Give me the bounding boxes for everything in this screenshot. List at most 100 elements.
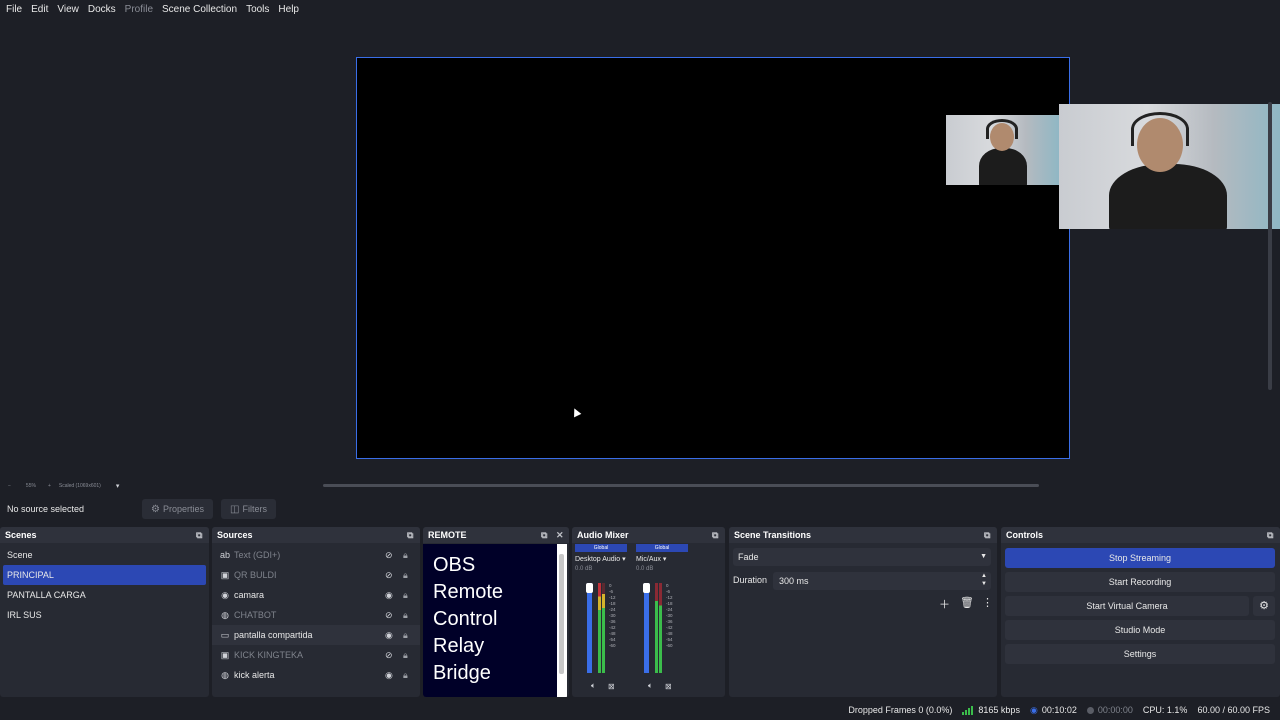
trash-icon[interactable]: 🗑︎ — [960, 596, 974, 609]
menu-docks[interactable]: Docks — [85, 4, 119, 15]
scrollbar-thumb[interactable] — [559, 554, 564, 674]
remote-scrollbar[interactable] — [557, 544, 567, 697]
stop-streaming-button[interactable]: Stop Streaming — [1005, 548, 1275, 568]
meter-ticks: 0 -6 -12 -18 -24 -30 -36 -42 -48 -54 -60 — [666, 583, 673, 649]
channel-name[interactable]: Mic/Aux ▾ — [636, 555, 688, 563]
slider-knob[interactable] — [643, 583, 650, 593]
filter-icon: ◫ — [230, 503, 240, 515]
lock-icon[interactable]: 🔒︎ — [403, 630, 408, 641]
monitor-icon[interactable]: ⊠ — [608, 682, 615, 691]
remote-browser-view[interactable]: OBS Remote Control Relay Bridge — [423, 544, 557, 697]
start-recording-button[interactable]: Start Recording — [1005, 572, 1275, 592]
lock-icon[interactable]: 🔒︎ — [403, 650, 408, 661]
source-item[interactable]: ab Text (GDI+) ⊘ 🔒︎ — [212, 545, 420, 565]
channel-volume-db: 0.0 dB — [575, 566, 593, 572]
source-name: pantalla compartida — [234, 630, 313, 640]
lock-icon[interactable]: 🔒︎ — [403, 590, 408, 601]
undock-icon[interactable]: ⧉ — [196, 530, 202, 541]
channel-name-text: Mic/Aux — [636, 556, 661, 563]
visibility-off-icon[interactable]: ⊘ — [385, 610, 393, 621]
cpu-usage: CPU: 1.1% — [1142, 705, 1188, 715]
add-transition-icon[interactable]: ＋ — [939, 596, 950, 612]
visibility-icon[interactable]: ◉ — [385, 590, 393, 601]
source-name: QR BULDI — [234, 570, 277, 580]
channel-name[interactable]: Desktop Audio ▾ — [575, 555, 627, 563]
scene-item-selected[interactable]: PRINCIPAL — [3, 565, 206, 585]
visibility-icon[interactable]: ◉ — [385, 670, 393, 681]
bitrate-status: 8165 kbps — [962, 705, 1020, 715]
transition-select[interactable]: Fade ▼ — [733, 548, 991, 566]
chevron-down-icon: ▼ — [980, 553, 987, 560]
remote-line: OBS — [433, 554, 476, 576]
menu-help[interactable]: Help — [275, 4, 302, 15]
source-item[interactable]: ◉ camara ◉ 🔒︎ — [212, 585, 420, 605]
slider-knob[interactable] — [586, 583, 593, 593]
scenes-dock: Scenes ⧉ Scene PRINCIPAL PANTALLA CARGA … — [0, 527, 209, 697]
zoom-out-button[interactable]: − — [8, 483, 11, 489]
volume-slider[interactable] — [586, 583, 593, 673]
source-item[interactable]: ▭ pantalla compartida ◉ 🔒︎ — [212, 625, 420, 645]
lock-icon[interactable]: 🔒︎ — [403, 610, 408, 621]
start-virtual-camera-button[interactable]: Start Virtual Camera — [1005, 596, 1249, 616]
visibility-off-icon[interactable]: ⊘ — [385, 570, 393, 581]
menu-file[interactable]: File — [3, 4, 25, 15]
source-item[interactable]: ▣ KICK KINGTEKA ⊘ 🔒︎ — [212, 645, 420, 665]
settings-button[interactable]: Settings — [1005, 644, 1275, 664]
spin-buttons[interactable]: ▲ ▼ — [981, 572, 987, 588]
preview-horizontal-scrollbar[interactable] — [323, 484, 1039, 487]
record-time: 00:00:00 — [1097, 705, 1133, 715]
undock-icon[interactable]: ⧉ — [712, 530, 718, 541]
source-item[interactable]: ▣ QR BULDI ⊘ 🔒︎ — [212, 565, 420, 585]
zoom-in-button[interactable]: + — [48, 483, 51, 489]
scene-item[interactable]: IRL SUS — [0, 605, 209, 625]
menu-scene-collection[interactable]: Scene Collection — [159, 4, 240, 15]
controls-title: Controls — [1006, 530, 1043, 540]
scenes-title: Scenes — [5, 530, 37, 540]
scene-item[interactable]: Scene — [0, 545, 209, 565]
global-badge: Global — [636, 544, 688, 552]
mixer-channel-mic: Global Mic/Aux ▾ 0.0 dB 0 -6 -12 -18 -24 -30-… — [636, 544, 688, 697]
scene-transitions-title-bar: Scene Transitions ⧉ — [729, 527, 997, 543]
webcam-overlay-small[interactable] — [946, 115, 1060, 185]
duration-input[interactable]: 300 ms ▲ ▼ — [773, 572, 991, 590]
undock-icon[interactable]: ⧉ — [984, 530, 990, 541]
duration-label: Duration — [733, 575, 768, 585]
lock-icon[interactable]: 🔒︎ — [403, 570, 408, 581]
undock-icon[interactable]: ⧉ — [407, 530, 413, 541]
obs-window: File Edit View Docks Profile Scene Colle… — [0, 0, 1280, 720]
controls-title-bar: Controls ⧉ — [1001, 527, 1280, 543]
undock-icon[interactable]: ⧉ — [1267, 530, 1273, 541]
controls-dock: Controls ⧉ Stop Streaming Start Recordin… — [1001, 527, 1280, 697]
mute-icon[interactable]: 🔈︎ — [591, 681, 596, 691]
virtual-camera-settings-button[interactable]: ⚙ — [1253, 596, 1275, 616]
no-source-label: No source selected — [7, 504, 85, 514]
source-item[interactable]: ◍ CHATBOT ⊘ 🔒︎ — [212, 605, 420, 625]
more-options-icon[interactable]: ⋮ — [982, 596, 993, 609]
scene-item[interactable]: PANTALLA CARGA — [0, 585, 209, 605]
webcam-overlay-large[interactable] — [1059, 104, 1280, 229]
lock-icon[interactable]: 🔒︎ — [403, 670, 408, 681]
source-item[interactable]: ◍ kick alerta ◉ 🔒︎ — [212, 665, 420, 685]
source-name: KICK KINGTEKA — [234, 650, 304, 660]
studio-mode-button[interactable]: Studio Mode — [1005, 620, 1275, 640]
menu-edit[interactable]: Edit — [28, 4, 51, 15]
visibility-icon[interactable]: ◉ — [385, 630, 393, 641]
properties-button[interactable]: ⚙ Properties — [142, 499, 213, 519]
preview-vertical-scrollbar[interactable] — [1268, 102, 1272, 390]
mute-icon[interactable]: 🔈︎ — [648, 681, 653, 691]
menu-view[interactable]: View — [54, 4, 82, 15]
volume-slider[interactable] — [643, 583, 650, 673]
image-icon: ▣ — [220, 649, 230, 660]
lock-icon[interactable]: 🔒︎ — [403, 550, 408, 561]
monitor-icon[interactable]: ⊠ — [665, 682, 672, 691]
level-meter — [655, 583, 658, 673]
zoom-dropdown-icon[interactable]: ▾ — [116, 482, 120, 490]
tick: -60 — [609, 643, 616, 648]
close-icon[interactable]: ✕ — [556, 530, 564, 541]
zoom-mode: Scaled (1069x601) — [58, 483, 101, 489]
filters-button[interactable]: ◫ Filters — [221, 499, 276, 519]
undock-icon[interactable]: ⧉ — [541, 530, 547, 541]
visibility-off-icon[interactable]: ⊘ — [385, 650, 393, 661]
visibility-off-icon[interactable]: ⊘ — [385, 550, 393, 561]
menu-tools[interactable]: Tools — [243, 4, 272, 15]
